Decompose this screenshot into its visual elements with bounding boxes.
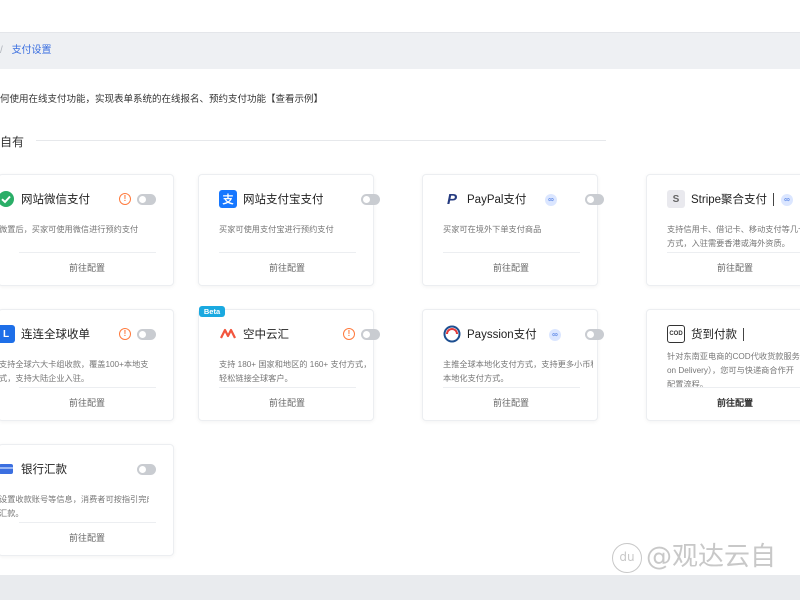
configure-link[interactable]: 前往配置	[647, 261, 800, 274]
warning-icon[interactable]: !	[119, 193, 131, 205]
card-divider	[19, 522, 156, 523]
card-title: 网站微信支付	[21, 194, 90, 206]
enable-toggle[interactable]	[137, 464, 156, 475]
configure-link[interactable]: 前往配置	[0, 261, 175, 274]
payment-card-payssion: Payssion支付 ∞ 主推全球本地化支付方式，支持更多小币种和 本地化支付方式…	[422, 309, 604, 421]
configure-link[interactable]: 前往配置	[647, 396, 800, 409]
payssion-icon	[443, 325, 461, 343]
warning-icon[interactable]: !	[343, 328, 355, 340]
card-divider	[443, 252, 580, 253]
warning-icon[interactable]: !	[119, 328, 131, 340]
card-title: Stripe聚合支付	[691, 194, 768, 206]
card-divider	[219, 252, 356, 253]
payment-card-lianlian: L 连连全球收单 ! 支持全球六大卡组收款，覆盖100+本地支付 式，支持大陆企业…	[0, 309, 174, 421]
configure-link[interactable]: 前往配置	[423, 261, 599, 274]
card-description: 主推全球本地化支付方式，支持更多小币种和 本地化支付方式。	[443, 360, 593, 383]
watermark-logo: du	[612, 542, 642, 573]
card-divider	[19, 387, 156, 388]
configure-link[interactable]: 前往配置	[423, 396, 599, 409]
link-icon[interactable]: ∞	[545, 194, 557, 206]
card-description: 支持信用卡、借记卡、移动支付等几十 方式，入驻需要香港或海外资质。	[667, 225, 800, 248]
breadcrumb: / 支付设置	[0, 33, 800, 69]
watermark-text: @观达云自	[646, 542, 777, 572]
paypal-icon: P	[443, 190, 461, 208]
card-divider	[667, 387, 800, 388]
intro-text: 何使用在线支付功能，实现表单系统的在线报名、预约支付功能【查看示例】	[0, 94, 324, 105]
payment-card-airwallex: Beta 空中云汇 ! 支持 180+ 国家和地区的 160+ 支付方式， 轻松链…	[198, 306, 380, 421]
airwallex-icon	[220, 328, 236, 339]
payment-card-paypal: P PayPal支付 ∞ 买家可在境外下单支付商品 前往配置	[422, 174, 604, 286]
breadcrumb-current[interactable]: 支付设置	[12, 45, 52, 56]
card-title: PayPal支付	[467, 194, 527, 206]
card-divider	[219, 387, 356, 388]
payment-card-stripe: S Stripe聚合支付 ∞ 支持信用卡、借记卡、移动支付等几十 方式，入驻需要香…	[646, 174, 800, 286]
section-title: 自有	[0, 135, 25, 149]
card-description: 支持 180+ 国家和地区的 160+ 支付方式， 轻松链接全球客户。	[219, 360, 369, 383]
text-cursor	[743, 327, 744, 341]
card-description: 针对东南亚电商的COD代收货款服务 on Delivery），您可与快递商合作开配…	[667, 352, 800, 389]
enable-toggle[interactable]	[585, 329, 604, 340]
text-cursor	[773, 192, 775, 206]
lianlian-icon: L	[0, 325, 15, 343]
cod-icon: COD	[667, 325, 685, 343]
bottom-strip	[0, 575, 800, 600]
alipay-icon: 支	[219, 190, 237, 208]
card-description: 买家可在境外下单支付商品	[443, 225, 542, 234]
card-divider	[19, 252, 156, 253]
enable-toggle[interactable]	[585, 194, 604, 205]
card-title: 银行汇款	[21, 464, 67, 476]
card-description: 设置收款账号等信息，消费者可按指引完成线 汇款。	[0, 495, 149, 518]
stripe-icon: S	[667, 190, 685, 208]
top-bar	[0, 0, 800, 33]
card-description: 支持全球六大卡组收款，覆盖100+本地支付 式，支持大陆企业入驻。	[0, 360, 149, 383]
card-title: Payssion支付	[467, 329, 537, 341]
card-title: 网站支付宝支付	[243, 194, 324, 206]
card-title: 货到付款	[691, 329, 737, 341]
card-description: 买家可使用支付宝进行预约支付	[219, 225, 334, 234]
enable-toggle[interactable]	[361, 194, 380, 205]
card-title: 连连全球收单	[21, 329, 90, 341]
payment-card-cod: COD 货到付款 针对东南亚电商的COD代收货款服务 on Delivery），您…	[646, 309, 800, 421]
payment-card-bank-transfer: 银行汇款 设置收款账号等信息，消费者可按指引完成线 汇款。 前往配置	[0, 444, 174, 556]
payment-card-wechat: 网站微信支付 ! 微置后，买家可使用微信进行预约支付 前往配置	[0, 174, 174, 286]
enable-toggle[interactable]	[137, 194, 156, 205]
card-divider	[443, 387, 580, 388]
card-description: 微置后，买家可使用微信进行预约支付	[0, 225, 139, 234]
configure-link[interactable]: 前往配置	[0, 396, 175, 409]
section-divider	[36, 140, 606, 141]
configure-link[interactable]: 前往配置	[199, 396, 375, 409]
payment-card-alipay: 支 网站支付宝支付 买家可使用支付宝进行预约支付 前往配置	[198, 174, 380, 286]
enable-toggle[interactable]	[137, 329, 156, 340]
wechat-pay-icon	[0, 191, 14, 207]
main-content: 何使用在线支付功能，实现表单系统的在线报名、预约支付功能【查看示例】 自有 网站…	[0, 69, 800, 575]
configure-link[interactable]: 前往配置	[199, 261, 375, 274]
breadcrumb-separator: /	[0, 45, 3, 56]
card-title: 空中云汇	[243, 329, 289, 341]
enable-toggle[interactable]	[361, 329, 380, 340]
bank-transfer-icon	[0, 464, 13, 474]
beta-badge: Beta	[199, 306, 225, 317]
configure-link[interactable]: 前往配置	[0, 531, 175, 544]
card-divider	[667, 252, 800, 253]
link-icon[interactable]: ∞	[781, 194, 793, 206]
link-icon[interactable]: ∞	[549, 329, 561, 341]
watermark: du @观达云自	[612, 536, 776, 573]
